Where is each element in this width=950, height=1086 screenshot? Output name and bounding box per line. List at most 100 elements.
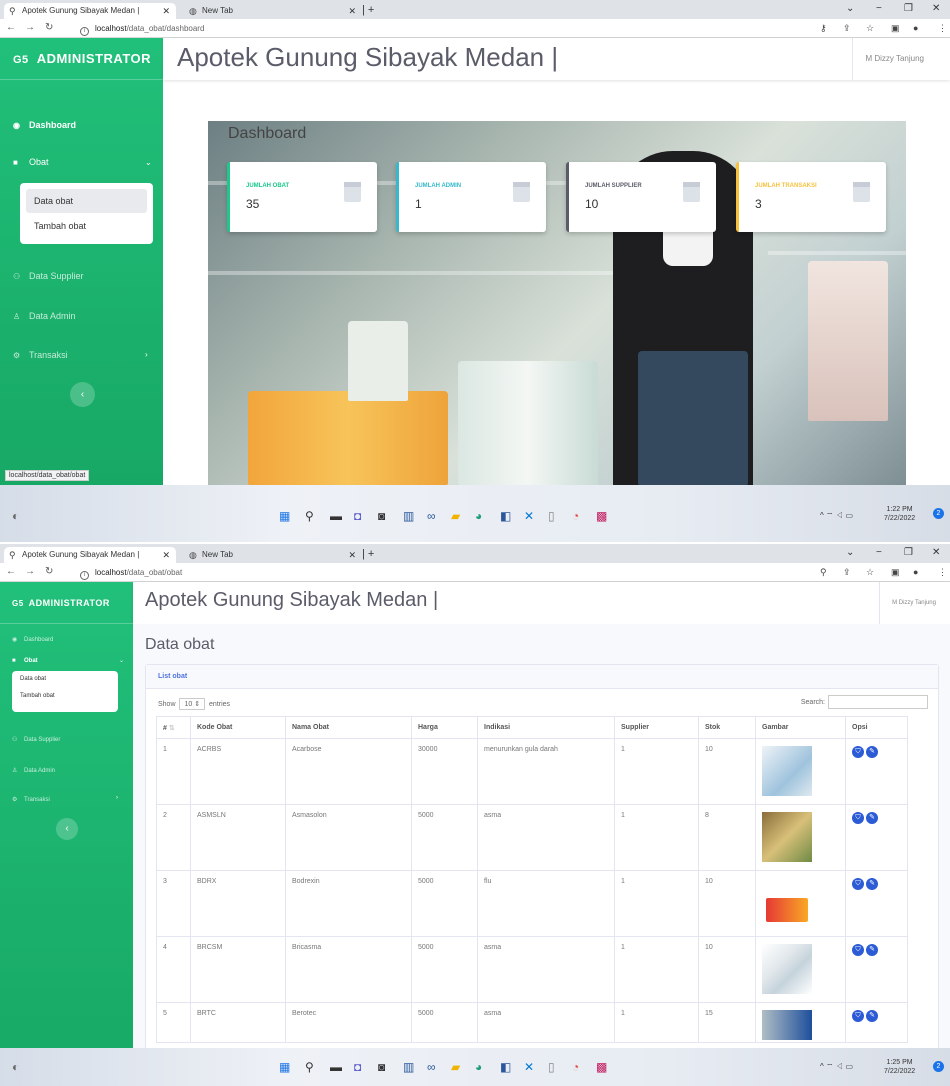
minimize-icon[interactable]: − bbox=[876, 3, 882, 14]
app-icon[interactable]: ▩ bbox=[596, 1060, 607, 1074]
user-name[interactable]: M Dizzy Tanjung bbox=[879, 582, 936, 624]
card-jumlah-transaksi[interactable]: JUMLAH TRANSAKSI 3 bbox=[736, 162, 886, 232]
edit-icon[interactable]: ✎ bbox=[866, 878, 878, 890]
submenu-tambah-obat[interactable]: Tambah obat bbox=[26, 215, 147, 237]
brand[interactable]: G5 ADMINISTRATOR bbox=[0, 582, 133, 624]
star-icon[interactable]: ☆ bbox=[866, 566, 874, 579]
windows-start-icon[interactable]: ▦ bbox=[279, 1060, 290, 1074]
key-icon[interactable]: ⚷ bbox=[820, 22, 827, 35]
search-icon[interactable]: ⚲ bbox=[305, 1060, 314, 1074]
forward-icon[interactable]: → bbox=[25, 565, 35, 579]
col-indikasi[interactable]: Indikasi bbox=[477, 716, 615, 739]
sidebar-item-admin[interactable]: ♙ Data Admin bbox=[13, 311, 76, 321]
col-no[interactable]: # ⇅ bbox=[156, 716, 191, 739]
delete-icon[interactable]: ⛉ bbox=[852, 944, 864, 956]
share-icon[interactable]: ⇪ bbox=[843, 22, 851, 35]
back-icon[interactable]: ← bbox=[6, 21, 16, 35]
url-field[interactable]: i localhost/data_obat/dashboard bbox=[80, 22, 204, 36]
tray-icons[interactable]: ^ ⌔ ◁ ▭ bbox=[820, 1062, 853, 1072]
tab-search-icon[interactable]: ⌄ bbox=[846, 547, 854, 558]
tab-apotek[interactable]: ⚲ Apotek Gunung Sibayak Medan | ✕ bbox=[4, 3, 176, 19]
col-harga[interactable]: Harga bbox=[411, 716, 478, 739]
edit-icon[interactable]: ✎ bbox=[866, 746, 878, 758]
edit-icon[interactable]: ✎ bbox=[866, 944, 878, 956]
close-icon[interactable]: ✕ bbox=[162, 547, 170, 563]
tab-new[interactable]: ◍ New Tab ✕ bbox=[184, 3, 362, 19]
forward-icon[interactable]: → bbox=[25, 21, 35, 35]
col-gambar[interactable]: Gambar bbox=[755, 716, 846, 739]
close-window-icon[interactable]: ✕ bbox=[932, 547, 940, 558]
chrome-icon[interactable]: ◔ bbox=[572, 509, 579, 523]
card-jumlah-admin[interactable]: JUMLAH ADMIN 1 bbox=[396, 162, 546, 232]
store-icon[interactable]: ▥ bbox=[403, 509, 414, 523]
mail-icon[interactable]: ◧ bbox=[500, 509, 511, 523]
sidebar-item-dashboard[interactable]: ◉ Dashboard bbox=[13, 120, 76, 130]
weather-icon[interactable]: ◐ bbox=[12, 509, 19, 523]
close-icon[interactable]: ✕ bbox=[348, 547, 356, 563]
menu-icon[interactable]: ⋮ bbox=[938, 22, 947, 35]
file-icon[interactable]: ▯ bbox=[548, 509, 555, 523]
delete-icon[interactable]: ⛉ bbox=[852, 812, 864, 824]
vscode-icon[interactable]: ✕ bbox=[524, 509, 534, 523]
camera-icon[interactable]: ◙ bbox=[378, 1060, 385, 1074]
col-kode[interactable]: Kode Obat bbox=[190, 716, 286, 739]
taskview-icon[interactable]: ▬ bbox=[330, 1060, 342, 1074]
app-icon[interactable]: ▩ bbox=[596, 509, 607, 523]
mail-icon[interactable]: ◧ bbox=[500, 1060, 511, 1074]
submenu-tambah-obat[interactable]: Tambah obat bbox=[16, 693, 55, 699]
chat-icon[interactable]: ◘ bbox=[354, 1060, 361, 1074]
user-name[interactable]: M Dizzy Tanjung bbox=[852, 38, 924, 80]
col-nama[interactable]: Nama Obat bbox=[285, 716, 412, 739]
tab-apotek[interactable]: ⚲ Apotek Gunung Sibayak Medan | ✕ bbox=[4, 547, 176, 563]
menu-icon[interactable]: ⋮ bbox=[938, 566, 947, 579]
close-window-icon[interactable]: ✕ bbox=[932, 3, 940, 14]
card-jumlah-supplier[interactable]: JUMLAH SUPPLIER 10 bbox=[566, 162, 716, 232]
windows-start-icon[interactable]: ▦ bbox=[279, 509, 290, 523]
maximize-icon[interactable]: ❐ bbox=[904, 547, 913, 558]
edge-icon[interactable]: ◕ bbox=[475, 509, 482, 523]
folder-icon[interactable]: ▰ bbox=[451, 509, 460, 523]
reload-icon[interactable]: ↻ bbox=[45, 21, 53, 35]
delete-icon[interactable]: ⛉ bbox=[852, 1010, 864, 1022]
notification-badge[interactable]: 2 bbox=[933, 1061, 944, 1072]
delete-icon[interactable]: ⛉ bbox=[852, 746, 864, 758]
sidebar-toggle-button[interactable]: ‹ bbox=[70, 382, 95, 407]
infinity-icon[interactable]: ∞ bbox=[427, 1060, 436, 1074]
close-icon[interactable]: ✕ bbox=[162, 3, 170, 19]
chat-icon[interactable]: ◘ bbox=[354, 509, 361, 523]
edge-icon[interactable]: ◕ bbox=[475, 1060, 482, 1074]
tab-new[interactable]: ◍ New Tab ✕ bbox=[184, 547, 362, 563]
url-field[interactable]: i localhost/data_obat/obat bbox=[80, 566, 182, 580]
chrome-icon[interactable]: ◔ bbox=[572, 1060, 579, 1074]
sidebar-item-transaksi[interactable]: ⚙ Transaksi bbox=[13, 350, 68, 360]
col-supplier[interactable]: Supplier bbox=[614, 716, 699, 739]
sidebar-toggle-button[interactable]: ‹ bbox=[56, 818, 78, 840]
sidebar-item-supplier[interactable]: ⚇ Data Supplier bbox=[12, 736, 60, 743]
submenu-data-obat[interactable]: Data obat bbox=[16, 676, 46, 682]
submenu-data-obat[interactable]: Data obat bbox=[26, 189, 147, 213]
back-icon[interactable]: ← bbox=[6, 565, 16, 579]
tray-icons[interactable]: ^ ⌔ ◁ ▭ bbox=[820, 511, 853, 521]
clock[interactable]: 1:22 PM 7/22/2022 bbox=[884, 505, 915, 523]
sidebar-item-transaksi[interactable]: ⚙ Transaksi bbox=[12, 796, 50, 803]
store-icon[interactable]: ▥ bbox=[403, 1060, 414, 1074]
sidebar-item-dashboard[interactable]: ◉ Dashboard bbox=[12, 636, 53, 643]
profile-icon[interactable]: ● bbox=[913, 22, 918, 35]
sidepanel-icon[interactable]: ▣ bbox=[891, 22, 900, 35]
sidebar-item-obat[interactable]: ■ Obat bbox=[12, 658, 38, 664]
entries-select[interactable]: 10 ⇕ bbox=[179, 698, 206, 710]
maximize-icon[interactable]: ❐ bbox=[904, 3, 913, 14]
sidepanel-icon[interactable]: ▣ bbox=[891, 566, 900, 579]
weather-icon[interactable]: ◐ bbox=[12, 1060, 19, 1074]
taskview-icon[interactable]: ▬ bbox=[330, 509, 342, 523]
minimize-icon[interactable]: − bbox=[876, 547, 882, 558]
notification-badge[interactable]: 2 bbox=[933, 508, 944, 519]
edit-icon[interactable]: ✎ bbox=[866, 812, 878, 824]
delete-icon[interactable]: ⛉ bbox=[852, 878, 864, 890]
camera-icon[interactable]: ◙ bbox=[378, 509, 385, 523]
edit-icon[interactable]: ✎ bbox=[866, 1010, 878, 1022]
new-tab-icon[interactable]: | + bbox=[362, 3, 374, 17]
folder-icon[interactable]: ▰ bbox=[451, 1060, 460, 1074]
reload-icon[interactable]: ↻ bbox=[45, 565, 53, 579]
search-input[interactable] bbox=[828, 695, 928, 709]
